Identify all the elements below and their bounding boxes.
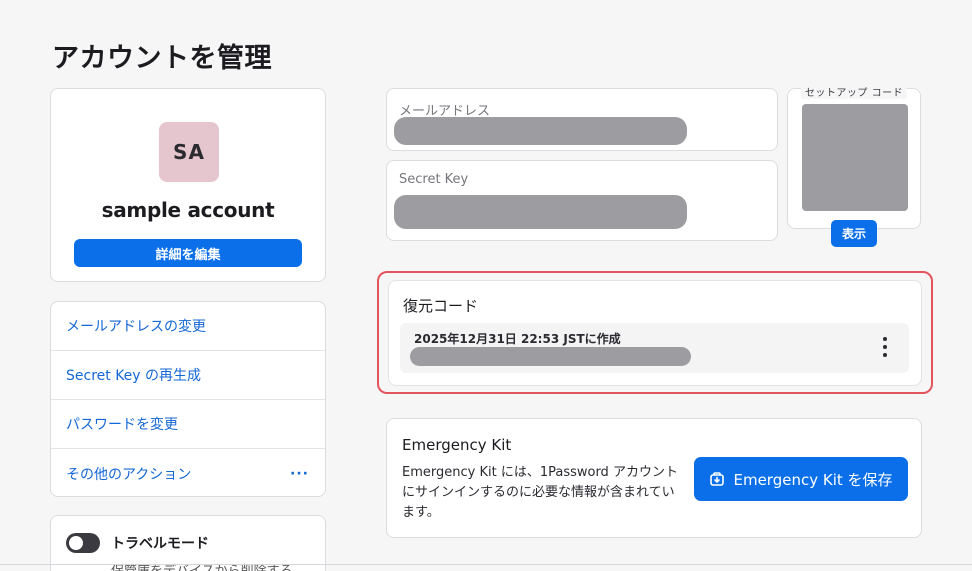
other-actions-link[interactable]: その他のアクション ··· [51, 449, 325, 498]
travel-mode-description: 保管庫をデバイスから削除する [111, 560, 293, 571]
setup-code-box: セットアップ コード [787, 88, 921, 229]
page-title: アカウントを管理 [52, 43, 272, 74]
recovery-code-card: 復元コード 2025年12月31日 22:53 JSTに作成 [388, 280, 922, 386]
emergency-kit-description: Emergency Kit には、1Password アカウントにサインインする… [402, 465, 678, 520]
account-actions-list: メールアドレスの変更 Secret Key の再生成 パスワードを変更 その他の… [50, 301, 326, 497]
redacted-recovery-code [410, 347, 691, 366]
travel-mode-card: トラベルモード 保管庫をデバイスから削除する [50, 515, 326, 571]
emergency-kit-title: Emergency Kit [402, 436, 512, 454]
setup-code-label-wrap: セットアップ コード [788, 81, 920, 100]
action-label: その他のアクション [66, 466, 192, 483]
email-field: メールアドレス [386, 88, 778, 151]
emergency-kit-card: Emergency Kit Emergency Kit には、1Password… [386, 418, 922, 538]
change-password-link[interactable]: パスワードを変更 [51, 400, 325, 449]
save-emergency-kit-label: Emergency Kit を保存 [733, 470, 893, 489]
setup-code-label: セットアップ コード [800, 88, 908, 99]
qr-code-redacted [802, 104, 908, 211]
avatar: SA [159, 122, 219, 182]
recovery-code-created: 2025年12月31日 22:53 JSTに作成 [414, 332, 621, 346]
save-emergency-kit-button[interactable]: Emergency Kit を保存 [694, 457, 908, 501]
action-label: Secret Key の再生成 [66, 368, 202, 384]
change-email-link[interactable]: メールアドレスの変更 [51, 302, 325, 351]
travel-mode-title: トラベルモード [111, 536, 209, 552]
action-label: メールアドレスの変更 [66, 319, 206, 335]
edit-details-button[interactable]: 詳細を編集 [74, 239, 302, 267]
more-horizontal-icon[interactable]: ··· [290, 466, 309, 482]
more-vertical-icon[interactable] [881, 337, 889, 357]
recovery-code-title: 復元コード [403, 297, 479, 315]
redacted-secret-key [394, 195, 687, 229]
divider [0, 564, 972, 565]
redacted-email [394, 117, 687, 145]
secret-key-field: Secret Key [386, 160, 778, 241]
show-setup-code-button[interactable]: 表示 [831, 220, 877, 247]
download-icon [710, 472, 725, 486]
action-label: パスワードを変更 [66, 417, 178, 433]
regenerate-secret-key-link[interactable]: Secret Key の再生成 [51, 351, 325, 400]
secret-key-label: Secret Key [399, 172, 469, 187]
travel-mode-toggle[interactable] [66, 533, 100, 553]
toggle-knob [69, 536, 83, 550]
profile-card: SA sample account 詳細を編集 [50, 88, 326, 282]
account-name: sample account [101, 198, 275, 222]
recovery-code-row: 2025年12月31日 22:53 JSTに作成 [400, 323, 909, 373]
